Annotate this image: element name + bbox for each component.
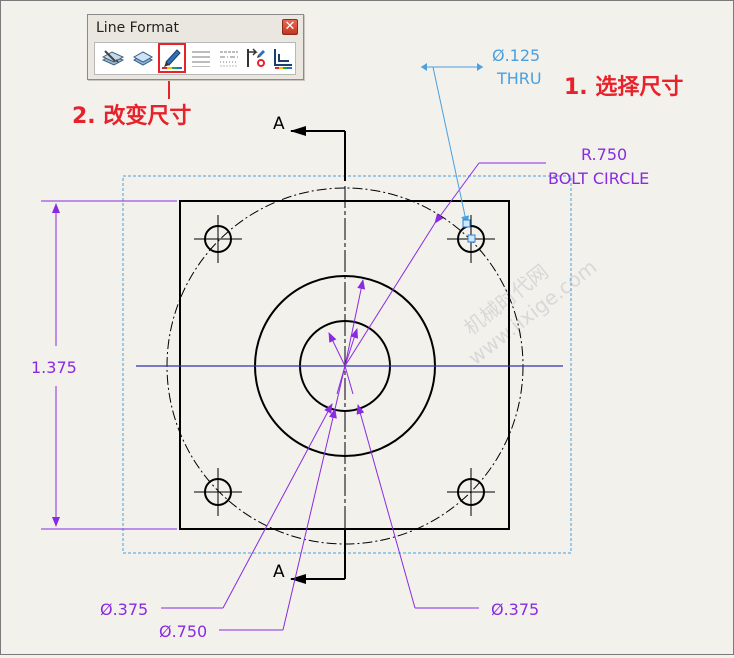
section-label-top: A — [273, 114, 285, 134]
hide-show-edges-button[interactable] — [217, 46, 241, 70]
layer-properties-icon — [101, 50, 125, 66]
radius-dimension-text[interactable]: R.750 — [581, 145, 627, 164]
line-color-icon — [132, 51, 154, 66]
color-display-mode-button[interactable] — [244, 46, 268, 70]
radius-dimension-note[interactable]: BOLT CIRCLE — [548, 169, 649, 188]
grid-display-icon — [274, 49, 292, 69]
section-label-bottom: A — [273, 562, 285, 582]
dia-right-text[interactable]: Ø.375 — [491, 600, 539, 619]
line-thickness-icon — [162, 49, 182, 69]
hide-show-edges-icon — [220, 51, 238, 67]
line-style-button[interactable] — [189, 46, 213, 70]
line-thickness-button[interactable] — [158, 43, 186, 73]
line-format-titlebar[interactable]: Line Format ✕ — [88, 15, 303, 41]
step2-annotation: 2. 改变尺寸 — [72, 103, 191, 129]
line-color-button[interactable] — [131, 46, 155, 70]
line-style-icon — [192, 51, 210, 67]
hole-callout-type[interactable]: THRU — [496, 69, 542, 88]
dia-left-dimension[interactable] — [161, 328, 359, 609]
dia-left-text[interactable]: Ø.375 — [100, 600, 148, 619]
view-selection-box[interactable] — [122, 175, 572, 554]
color-display-mode-icon — [247, 48, 265, 67]
hole-callout-size[interactable]: Ø.125 — [492, 46, 540, 65]
line-format-tools — [94, 42, 296, 75]
hole-callout[interactable] — [421, 63, 483, 243]
drawing-canvas[interactable]: 机械时代网 www.jixige.com A A 1.375 R.750 BOL… — [0, 0, 734, 655]
close-button[interactable]: ✕ — [282, 19, 298, 35]
close-icon: ✕ — [284, 19, 296, 34]
dia-bottom-text[interactable]: Ø.750 — [159, 622, 207, 641]
line-format-title: Line Format — [96, 20, 179, 36]
height-dimension-text[interactable]: 1.375 — [31, 358, 77, 377]
section-line[interactable] — [290, 126, 346, 584]
dia-right-dimension[interactable] — [328, 332, 479, 609]
line-format-toolbar-window[interactable]: Line Format ✕ — [87, 14, 304, 80]
grid-display-button[interactable] — [271, 46, 295, 70]
step1-annotation: 1. 选择尺寸 — [564, 74, 683, 100]
layer-properties-button[interactable] — [101, 46, 125, 70]
drawing-sheet[interactable]: 机械时代网 www.jixige.com A A 1.375 R.750 BOL… — [1, 1, 733, 654]
